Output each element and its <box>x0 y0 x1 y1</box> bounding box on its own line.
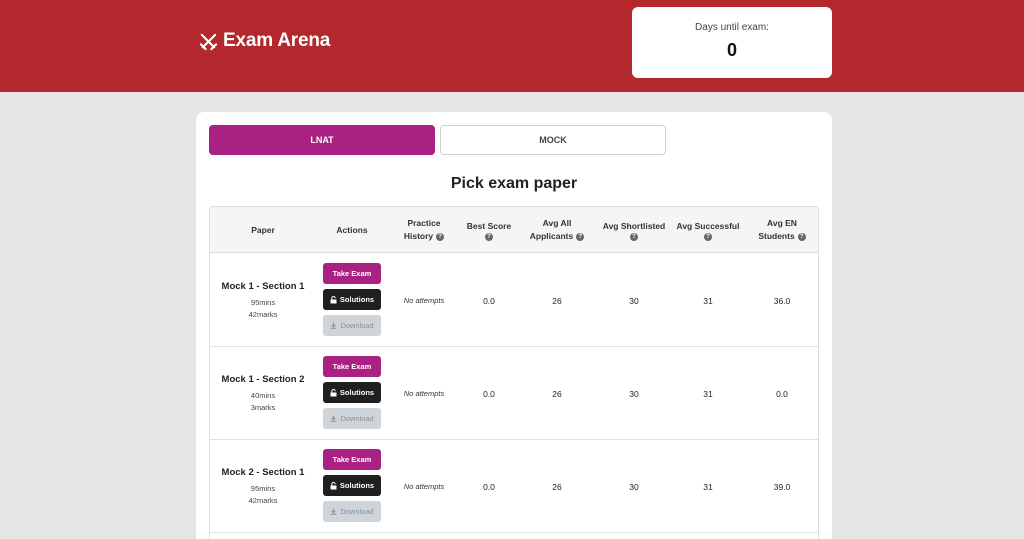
page-title: Pick exam paper <box>450 175 578 192</box>
paper-marks: 3marks <box>250 402 276 412</box>
paper-name: Mock 1 - Section 2 <box>221 373 305 385</box>
avg-all-cell: 26 <box>552 295 562 306</box>
download-button[interactable]: Download <box>323 408 381 429</box>
table-header: Paper Actions Practice History? Best Sco… <box>210 207 818 253</box>
avg-en-cell: 36.0 <box>773 295 791 306</box>
header-avg-en: Avg EN Students? <box>744 207 818 253</box>
paper-name: Mock 2 - Section 1 <box>221 466 305 478</box>
countdown-card: Days until exam: 0 <box>632 7 832 78</box>
header-avg-successful: Avg Successful ? <box>676 220 740 241</box>
avg-en-cell: 39.0 <box>773 481 791 492</box>
help-icon[interactable]: ? <box>485 232 493 241</box>
brand-name: Exam Arena <box>223 30 331 51</box>
paper-marks: 42marks <box>248 309 278 319</box>
header-practice-history: Practice History? <box>388 207 460 253</box>
avg-shortlisted-cell: 30 <box>629 388 639 399</box>
table-row: Mock 2 - Section 1 95mins 42marks Take E… <box>210 440 818 533</box>
unlock-icon <box>330 481 337 489</box>
take-exam-button[interactable]: Take Exam <box>323 449 381 470</box>
avg-successful-cell: 31 <box>703 388 713 399</box>
table-row: Mock 1 - Section 1 95mins 42marks Take E… <box>210 254 818 347</box>
row-actions: Take Exam Solutions Download <box>323 263 381 341</box>
countdown-label: Days until exam: <box>695 22 769 33</box>
header-actions: Actions <box>336 224 368 235</box>
countdown-value: 0 <box>726 40 737 60</box>
download-button[interactable]: Download <box>323 315 381 336</box>
help-icon[interactable]: ? <box>704 232 712 241</box>
avg-successful-cell: 31 <box>703 481 713 492</box>
header-best-score: Best Score ? <box>466 220 512 241</box>
practice-history-cell: No attempts <box>403 296 445 305</box>
tab-mock[interactable]: MOCK <box>440 125 666 155</box>
download-button[interactable]: Download <box>323 501 381 522</box>
download-icon <box>330 508 337 515</box>
take-exam-button[interactable]: Take Exam <box>323 356 381 377</box>
solutions-button[interactable]: Solutions <box>323 382 381 403</box>
practice-history-cell: No attempts <box>403 389 445 398</box>
help-icon[interactable]: ? <box>797 232 806 241</box>
row-actions: Take Exam Solutions Download <box>323 449 381 527</box>
download-icon <box>330 415 337 422</box>
best-score-cell: 0.0 <box>483 388 495 399</box>
practice-history-cell: No attempts <box>403 482 445 491</box>
header-paper: Paper <box>251 224 275 235</box>
paper-name: Mock 1 - Section 1 <box>221 280 305 292</box>
tab-lnat[interactable]: LNAT <box>209 125 435 155</box>
unlock-icon <box>330 295 337 303</box>
exam-table: Paper Actions Practice History? Best Sco… <box>209 206 819 539</box>
solutions-button[interactable]: Solutions <box>323 475 381 496</box>
avg-all-cell: 26 <box>552 388 562 399</box>
paper-duration: 40mins <box>250 390 276 400</box>
take-exam-button[interactable]: Take Exam <box>323 263 381 284</box>
row-actions: Take Exam Solutions Download <box>323 356 381 434</box>
brand[interactable]: Exam Arena <box>199 30 330 52</box>
help-icon[interactable]: ? <box>630 232 638 241</box>
help-icon[interactable]: ? <box>436 232 445 241</box>
paper-duration: 95mins <box>250 297 276 307</box>
help-icon[interactable]: ? <box>576 232 585 241</box>
best-score-cell: 0.0 <box>483 481 495 492</box>
header-avg-all: Avg All Applicants? <box>518 207 596 253</box>
avg-en-cell: 0.0 <box>776 388 788 399</box>
header-avg-shortlisted: Avg Shortlisted ? <box>602 220 666 241</box>
paper-duration: 95mins <box>250 483 276 493</box>
paper-marks: 42marks <box>248 495 278 505</box>
avg-successful-cell: 31 <box>703 295 713 306</box>
table-row: Mock 1 - Section 2 40mins 3marks Take Ex… <box>210 347 818 440</box>
top-header: Exam Arena Days until exam: 0 <box>0 0 1024 92</box>
avg-shortlisted-cell: 30 <box>629 295 639 306</box>
main-panel: LNAT MOCK Pick exam paper Paper Actions … <box>196 112 832 539</box>
solutions-button[interactable]: Solutions <box>323 289 381 310</box>
unlock-icon <box>330 388 337 396</box>
best-score-cell: 0.0 <box>483 295 495 306</box>
crossed-swords-icon <box>199 33 218 50</box>
download-icon <box>330 322 337 329</box>
avg-shortlisted-cell: 30 <box>629 481 639 492</box>
avg-all-cell: 26 <box>552 481 562 492</box>
